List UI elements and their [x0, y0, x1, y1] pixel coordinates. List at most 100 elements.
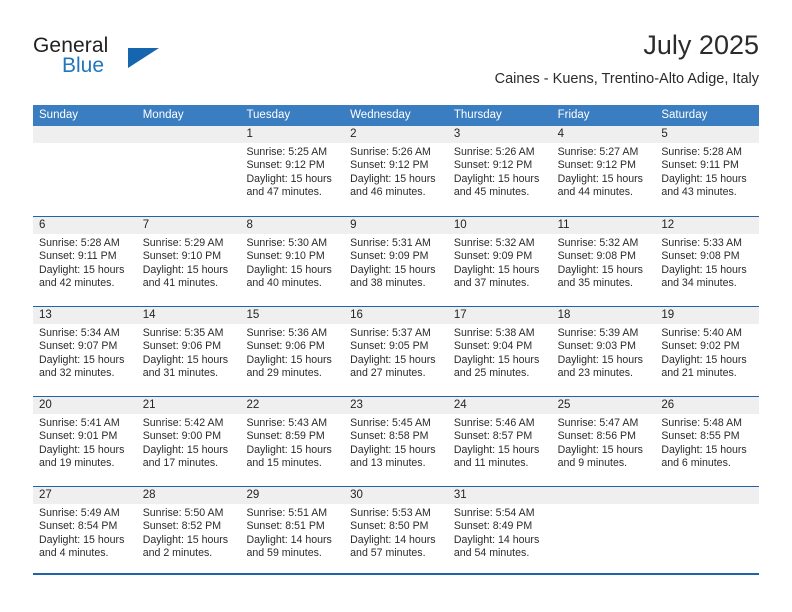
calendar-page: General Blue July 2025 Caines - Kuens, T…	[0, 0, 792, 612]
page-title: July 2025	[643, 30, 759, 60]
day-detail-line: Sunset: 9:01 PM	[39, 430, 118, 443]
day-detail-line: Daylight: 15 hours	[661, 172, 747, 185]
month-calendar: Sunday Monday Tuesday Wednesday Thursday Frid…	[33, 105, 760, 576]
day-detail-line: Sunrise: 5:25 AM	[246, 146, 328, 158]
day-detail-line: and 6 minutes.	[661, 457, 731, 470]
day-detail-line: Sunset: 9:11 PM	[39, 250, 117, 263]
calendar-day-cell[interactable]: 24 Sunrise: 5:46 AM Sunset: 8:57 PM Dayligh…	[447, 397, 552, 486]
day-detail-line: Sunset: 9:09 PM	[453, 250, 533, 263]
day-detail-line: and 27 minutes.	[350, 367, 426, 380]
calendar-day-cell[interactable]: 25 Sunrise: 5:47 AM Sunset: 8:56 PM Dayligh…	[551, 397, 656, 486]
day-detail-line: Daylight: 15 hours	[453, 263, 540, 276]
day-detail-line: Sunset: 9:10 PM	[142, 250, 222, 263]
day-details: Sunrise: 5:53 AM Sunset: 8:50 PM Daylight:…	[344, 504, 448, 561]
day-detail-line: Sunrise: 5:37 AM	[350, 327, 431, 339]
day-detail-line: and 38 minutes.	[350, 277, 426, 290]
day-detail-line: Daylight: 15 hours	[661, 443, 747, 456]
calendar-day-cell[interactable]: 18 Sunrise: 5:39 AM Sunset: 9:03 PM Dayligh…	[551, 307, 656, 396]
day-number: 20	[33, 397, 137, 414]
day-detail-line: Sunset: 9:12 PM	[453, 159, 533, 172]
calendar-day-cell[interactable]: 23 Sunrise: 5:45 AM Sunset: 8:58 PM Dayligh…	[344, 397, 448, 486]
weekday-header-sunday: Sunday	[39, 109, 79, 121]
calendar-day-cell[interactable]: 31 Sunrise: 5:54 AM Sunset: 8:49 PM Dayligh…	[447, 487, 552, 576]
calendar-day-cell[interactable]: 4 Sunrise: 5:27 AM Sunset: 9:12 PM Daylight…	[551, 126, 656, 216]
day-detail-line: Daylight: 15 hours	[142, 353, 229, 366]
calendar-day-cell[interactable]: 13 Sunrise: 5:34 AM Sunset: 9:07 PM Dayligh…	[33, 307, 137, 396]
calendar-day-cell[interactable]: 20 Sunrise: 5:41 AM Sunset: 9:01 PM Dayligh…	[33, 397, 137, 486]
day-detail-line: Sunrise: 5:34 AM	[39, 327, 120, 339]
calendar-day-cell[interactable]: 10 Sunrise: 5:32 AM Sunset: 9:09 PM Dayligh…	[447, 217, 552, 306]
calendar-day-cell[interactable]: 27 Sunrise: 5:49 AM Sunset: 8:54 PM Dayligh…	[33, 487, 137, 576]
day-number: 2	[344, 126, 448, 143]
day-detail-line: and 23 minutes.	[557, 367, 633, 380]
day-details: Sunrise: 5:42 AM Sunset: 9:00 PM Daylight:…	[137, 414, 241, 471]
calendar-day-cell[interactable]: 15 Sunrise: 5:36 AM Sunset: 9:06 PM Dayligh…	[240, 307, 345, 396]
day-details: Sunrise: 5:50 AM Sunset: 8:52 PM Daylight:…	[137, 504, 241, 561]
day-details: Sunrise: 5:51 AM Sunset: 8:51 PM Daylight:…	[240, 504, 344, 561]
day-detail-line: Daylight: 15 hours	[246, 172, 332, 185]
weekday-header-friday: Friday	[557, 109, 590, 121]
calendar-day-cell[interactable]: 14 Sunrise: 5:35 AM Sunset: 9:06 PM Dayligh…	[136, 307, 241, 396]
calendar-day-cell[interactable]: 17 Sunrise: 5:38 AM Sunset: 9:04 PM Dayligh…	[447, 307, 552, 396]
day-details: Sunrise: 5:41 AM Sunset: 9:01 PM Daylight:…	[33, 414, 137, 471]
calendar-day-cell[interactable]: 30 Sunrise: 5:53 AM Sunset: 8:50 PM Dayligh…	[344, 487, 448, 576]
calendar-day-cell-empty	[655, 487, 760, 576]
calendar-day-cell[interactable]: 12 Sunrise: 5:33 AM Sunset: 9:08 PM Dayligh…	[655, 217, 760, 306]
calendar-day-cell[interactable]: 5 Sunrise: 5:28 AM Sunset: 9:11 PM Daylight…	[655, 126, 760, 216]
general-blue-logo[interactable]: General Blue	[33, 34, 163, 86]
calendar-week-row: 20 Sunrise: 5:41 AM Sunset: 9:01 PM Dayligh…	[33, 396, 760, 486]
calendar-day-cell[interactable]: 28 Sunrise: 5:50 AM Sunset: 8:52 PM Dayligh…	[136, 487, 241, 576]
day-detail-line: Sunrise: 5:32 AM	[453, 237, 535, 249]
day-detail-line: Sunset: 9:08 PM	[661, 250, 740, 263]
calendar-day-cell[interactable]: 21 Sunrise: 5:42 AM Sunset: 9:00 PM Dayligh…	[136, 397, 241, 486]
calendar-day-cell[interactable]: 7 Sunrise: 5:29 AM Sunset: 9:10 PM Daylight…	[136, 217, 241, 306]
day-detail-line: and 37 minutes.	[453, 277, 530, 290]
calendar-day-cell[interactable]: 8 Sunrise: 5:30 AM Sunset: 9:10 PM Daylight…	[240, 217, 345, 306]
day-detail-line: Sunset: 9:00 PM	[142, 430, 222, 443]
day-detail-line: Sunset: 9:07 PM	[39, 340, 118, 353]
day-detail-line: Sunrise: 5:39 AM	[557, 327, 639, 339]
calendar-week-row: 27 Sunrise: 5:49 AM Sunset: 8:54 PM Dayligh…	[33, 486, 760, 576]
day-detail-line: and 25 minutes.	[453, 367, 530, 380]
day-detail-line: Sunrise: 5:33 AM	[661, 237, 742, 249]
day-details: Sunrise: 5:35 AM Sunset: 9:06 PM Daylight:…	[137, 324, 241, 381]
day-number: 9	[344, 217, 448, 234]
day-details: Sunrise: 5:31 AM Sunset: 9:09 PM Daylight:…	[344, 234, 448, 291]
day-detail-line: Sunrise: 5:53 AM	[350, 507, 431, 519]
day-detail-line: Sunrise: 5:43 AM	[246, 417, 328, 429]
day-number: 17	[447, 307, 552, 324]
day-detail-line: Sunrise: 5:28 AM	[39, 237, 120, 249]
day-detail-line: Daylight: 15 hours	[246, 263, 332, 276]
day-detail-line: and 19 minutes.	[39, 457, 115, 470]
day-detail-line: Sunset: 9:08 PM	[557, 250, 636, 263]
calendar-day-cell[interactable]: 2 Sunrise: 5:26 AM Sunset: 9:12 PM Daylight…	[344, 126, 448, 216]
calendar-day-cell[interactable]: 29 Sunrise: 5:51 AM Sunset: 8:51 PM Dayligh…	[240, 487, 345, 576]
calendar-day-cell[interactable]: 19 Sunrise: 5:40 AM Sunset: 9:02 PM Dayligh…	[655, 307, 760, 396]
calendar-day-cell[interactable]: 26 Sunrise: 5:48 AM Sunset: 8:55 PM Dayligh…	[655, 397, 760, 486]
day-number: 14	[136, 307, 241, 324]
calendar-day-cell[interactable]: 1 Sunrise: 5:25 AM Sunset: 9:12 PM Daylight…	[240, 126, 345, 216]
day-detail-line: Sunset: 9:03 PM	[557, 340, 636, 353]
calendar-day-cell[interactable]: 16 Sunrise: 5:37 AM Sunset: 9:05 PM Dayligh…	[344, 307, 448, 396]
day-number: 24	[447, 397, 552, 414]
day-detail-line: Sunrise: 5:48 AM	[661, 417, 742, 429]
calendar-day-cell[interactable]: 3 Sunrise: 5:26 AM Sunset: 9:12 PM Daylight…	[447, 126, 552, 216]
day-number: 19	[655, 307, 760, 324]
day-detail-line: Sunset: 9:09 PM	[350, 250, 429, 263]
day-detail-line: Sunrise: 5:47 AM	[557, 417, 639, 429]
day-detail-line: and 43 minutes.	[661, 186, 737, 199]
day-detail-line: and 41 minutes.	[142, 277, 219, 290]
day-detail-line: Daylight: 15 hours	[39, 533, 125, 546]
calendar-day-cell-empty	[136, 126, 241, 216]
calendar-day-cell-empty	[551, 487, 656, 576]
day-detail-line: Sunrise: 5:32 AM	[557, 237, 639, 249]
day-number	[655, 487, 760, 504]
calendar-day-cell[interactable]: 6 Sunrise: 5:28 AM Sunset: 9:11 PM Daylight…	[33, 217, 137, 306]
calendar-day-cell[interactable]: 9 Sunrise: 5:31 AM Sunset: 9:09 PM Daylight…	[344, 217, 448, 306]
day-detail-line: and 29 minutes.	[246, 367, 322, 380]
calendar-day-cell[interactable]: 11 Sunrise: 5:32 AM Sunset: 9:08 PM Dayligh…	[551, 217, 656, 306]
day-detail-line: Sunset: 9:04 PM	[453, 340, 533, 353]
calendar-week-row: 13 Sunrise: 5:34 AM Sunset: 9:07 PM Dayligh…	[33, 306, 760, 396]
day-details: Sunrise: 5:32 AM Sunset: 9:08 PM Daylight:…	[552, 234, 656, 291]
calendar-day-cell[interactable]: 22 Sunrise: 5:43 AM Sunset: 8:59 PM Dayligh…	[240, 397, 345, 486]
